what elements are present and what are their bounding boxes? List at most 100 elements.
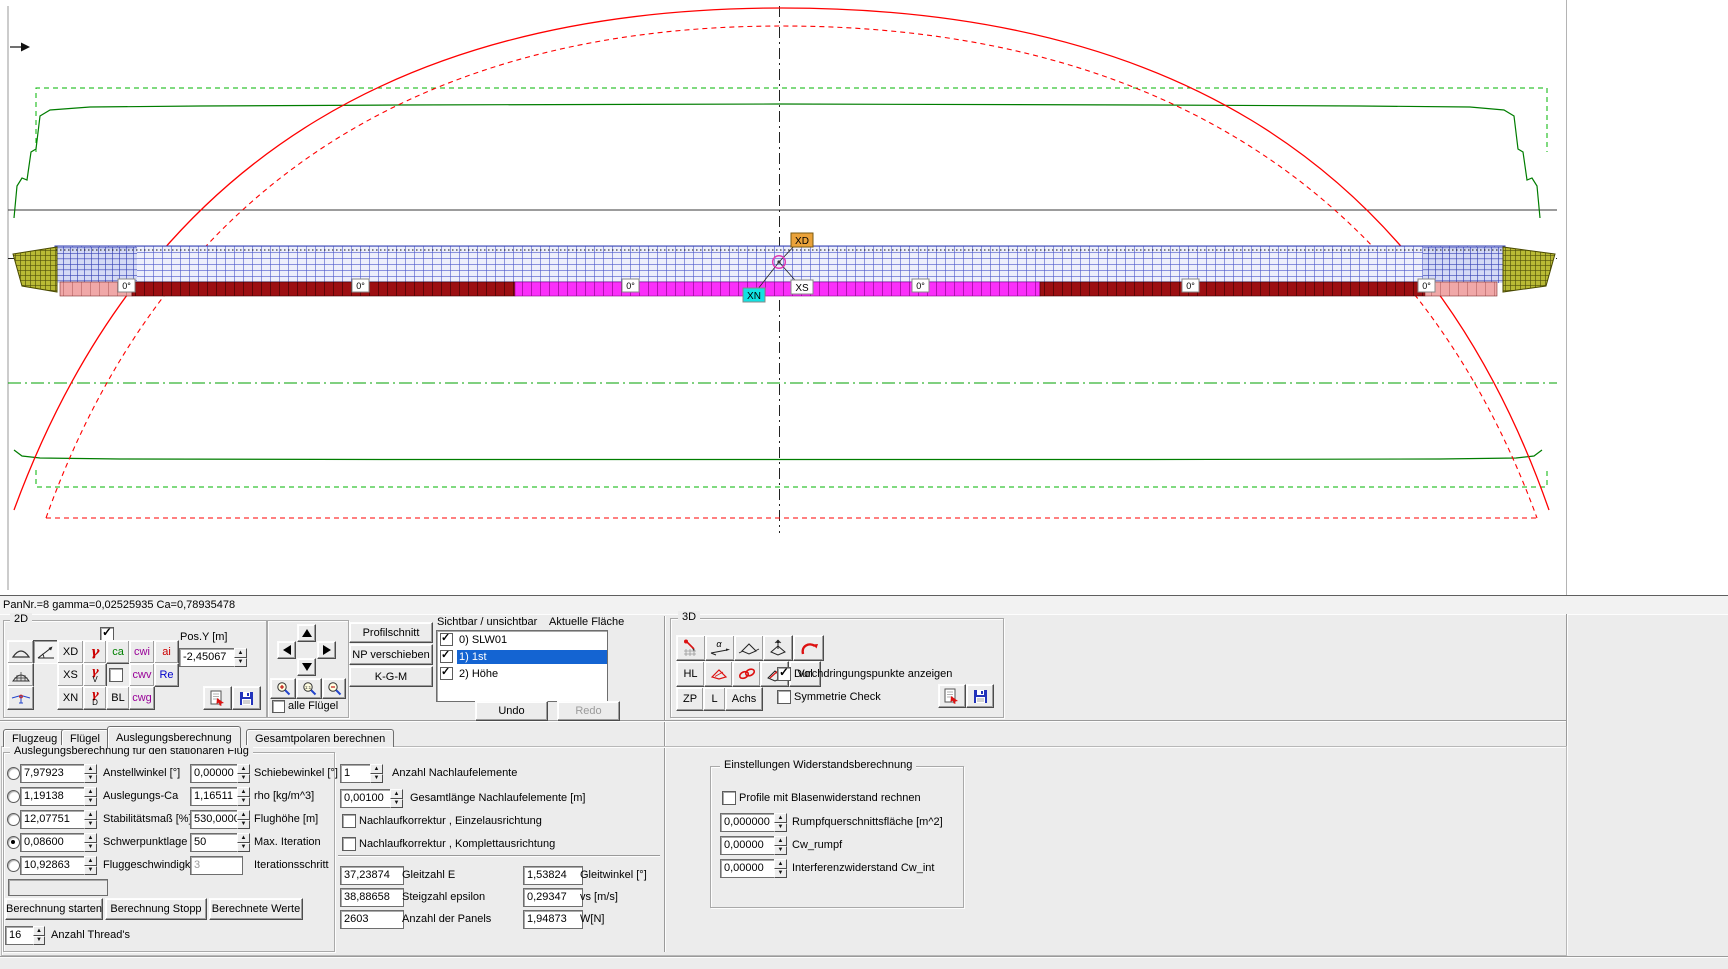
pan-left-button[interactable] — [277, 641, 296, 659]
cw-int-spinner[interactable]: ▲ ▼ — [774, 859, 787, 878]
nachlauf-length-spinner[interactable]: ▲ ▼ — [390, 789, 403, 808]
surface-list-item[interactable]: 2) Höhe — [437, 665, 607, 682]
achs-button[interactable]: Achs — [725, 687, 763, 711]
alpha-view-button[interactable]: α — [705, 635, 735, 661]
berechnung-starten-button[interactable]: Berechnung starten — [5, 898, 103, 920]
rumpfflaeche-spinner[interactable]: ▲ ▼ — [774, 813, 787, 832]
gamma-button[interactable]: γ — [83, 640, 107, 664]
alle-fluegel-checkbox[interactable] — [272, 700, 285, 713]
radio-anstellwinkel[interactable] — [7, 767, 20, 780]
iterationsschritt-input[interactable]: 3 — [190, 856, 243, 875]
undo-button[interactable]: Undo — [475, 701, 548, 721]
nachlauf-length-input[interactable]: 0,00100 — [340, 789, 396, 808]
fluggeschwindigkeit-input[interactable]: 10,92863 — [20, 856, 90, 875]
radio-auslegungs-ca[interactable] — [7, 790, 20, 803]
save-plot-button[interactable] — [232, 686, 261, 710]
auslegungs-ca-input[interactable]: 1,19138 — [20, 787, 90, 806]
radio-schwerpunktlage[interactable] — [7, 836, 20, 849]
export-3d-button[interactable] — [938, 684, 966, 708]
max-iteration-input[interactable]: 50 — [190, 833, 243, 852]
flughoehe-input[interactable]: 530,00000 — [190, 810, 243, 829]
surface-list[interactable]: 0) SLW01 1) 1st 2) Höhe — [436, 630, 608, 702]
anstellwinkel-input[interactable]: 7,97923 — [20, 764, 90, 783]
plot-option-checkbox[interactable] — [100, 625, 114, 641]
surface-visible-checkbox[interactable] — [440, 631, 453, 646]
wing-red-button[interactable] — [704, 661, 733, 687]
pan-up-button[interactable] — [297, 624, 316, 642]
planform-view-button[interactable] — [7, 640, 34, 664]
redo-button[interactable]: Redo — [557, 701, 620, 721]
berechnung-stopp-button[interactable]: Berechnung Stopp — [105, 898, 207, 920]
fluggeschwindigkeit-spinner[interactable]: ▲ ▼ — [84, 856, 97, 875]
zoom-in-button[interactable] — [270, 678, 296, 699]
save-3d-button[interactable] — [966, 684, 994, 708]
surface-visible-checkbox[interactable] — [440, 648, 453, 663]
l-button[interactable]: L — [703, 687, 726, 711]
export-plot-button[interactable] — [203, 686, 232, 710]
surface-list-item[interactable]: 0) SLW01 — [437, 631, 607, 648]
radio-stabilitaetsmass[interactable] — [7, 813, 20, 826]
nachlauf-komplett-checkbox[interactable] — [342, 837, 356, 851]
schiebewinkel-spinner[interactable]: ▲ ▼ — [237, 764, 250, 783]
threads-spinner[interactable]: ▲ ▼ — [33, 926, 45, 945]
stabilitaetsmass-spinner[interactable]: ▲ ▼ — [84, 810, 97, 829]
tab-auslegungsberechnung[interactable]: Auslegungsberechnung — [107, 726, 241, 748]
angle-view-button[interactable] — [33, 640, 58, 664]
profilschnitt-button[interactable]: Profilschnitt — [349, 622, 433, 643]
schwerpunktlage-input[interactable]: 0,08600 — [20, 833, 90, 852]
camera-link-button[interactable] — [732, 661, 761, 687]
stabilitaetsmass-input[interactable]: 12,07751 — [20, 810, 90, 829]
nachlauf-count-spinner[interactable]: ▲ ▼ — [370, 764, 383, 783]
gamma-v-button[interactable]: γ V — [83, 663, 107, 687]
pan-down-button[interactable] — [297, 658, 316, 676]
cw-int-input[interactable]: 0,00000 — [720, 859, 780, 878]
ai-button[interactable]: ai — [154, 640, 179, 664]
cw-rumpf-spinner[interactable]: ▲ ▼ — [774, 836, 787, 855]
schiebewinkel-input[interactable]: 0,00000 — [190, 764, 243, 783]
posy-input[interactable]: -2,45067 — [179, 648, 240, 667]
front-view-button[interactable] — [7, 686, 34, 710]
plot-canvas[interactable]: 0° 0° 0° 0° 0° 0° XD XS XN — [0, 0, 1728, 595]
surface-list-item[interactable]: 1) 1st — [437, 648, 607, 665]
cwg-button[interactable]: cwg — [129, 686, 155, 710]
zoom-out-button[interactable] — [322, 678, 346, 699]
pan-right-button[interactable] — [317, 641, 336, 659]
gamma-d-button[interactable]: γ D — [83, 686, 107, 710]
cw-rumpf-input[interactable]: 0,00000 — [720, 836, 780, 855]
tab-gesamtpolaren[interactable]: Gesamtpolaren berechnen — [246, 729, 395, 747]
flughoehe-spinner[interactable]: ▲ ▼ — [237, 810, 250, 829]
xd-button[interactable]: XD — [57, 640, 84, 664]
panel-view-button[interactable] — [734, 635, 764, 661]
surface-visible-checkbox[interactable] — [440, 665, 453, 680]
rho-input[interactable]: 1,16511 — [190, 787, 243, 806]
re-button[interactable]: Re — [154, 663, 179, 687]
reset-view-button[interactable] — [793, 635, 824, 661]
np-verschieben-button[interactable]: NP verschieben — [349, 644, 433, 665]
zoom-reset-button[interactable]: 1:1 — [296, 678, 322, 699]
rumpfflaeche-input[interactable]: 0,000000 — [720, 813, 780, 832]
hl-button[interactable]: HL — [676, 661, 705, 687]
cwv-button[interactable]: cwv — [129, 663, 155, 687]
nachlauf-einzel-checkbox[interactable] — [342, 814, 356, 828]
mesh-view-button[interactable] — [7, 663, 34, 687]
durchdringung-checkbox[interactable] — [777, 665, 791, 681]
panel-normals-button[interactable] — [676, 635, 706, 661]
cwi-button[interactable]: cwi — [129, 640, 155, 664]
schwerpunktlage-spinner[interactable]: ▲ ▼ — [84, 833, 97, 852]
auslegungs-ca-spinner[interactable]: ▲ ▼ — [84, 787, 97, 806]
panel-move-button[interactable] — [763, 635, 793, 661]
symmetrie-checkbox[interactable] — [777, 690, 791, 704]
berechnete-werte-button[interactable]: Berechnete Werte — [209, 898, 303, 920]
posy-spinner[interactable]: ▲ ▼ — [234, 648, 247, 667]
bl-button[interactable]: BL — [106, 686, 130, 710]
rho-spinner[interactable]: ▲ ▼ — [237, 787, 250, 806]
radio-fluggeschwindigkeit[interactable] — [7, 859, 20, 872]
kgm-button[interactable]: K-G-M — [349, 666, 433, 687]
zp-button[interactable]: ZP — [676, 687, 704, 711]
gamma-option-checkbox[interactable] — [109, 668, 123, 682]
max-iteration-spinner[interactable]: ▲ ▼ — [237, 833, 250, 852]
blasenwiderstand-checkbox[interactable] — [722, 791, 736, 805]
anstellwinkel-spinner[interactable]: ▲ ▼ — [84, 764, 97, 783]
xn-button[interactable]: XN — [57, 686, 84, 710]
ca-button[interactable]: ca — [106, 640, 130, 664]
